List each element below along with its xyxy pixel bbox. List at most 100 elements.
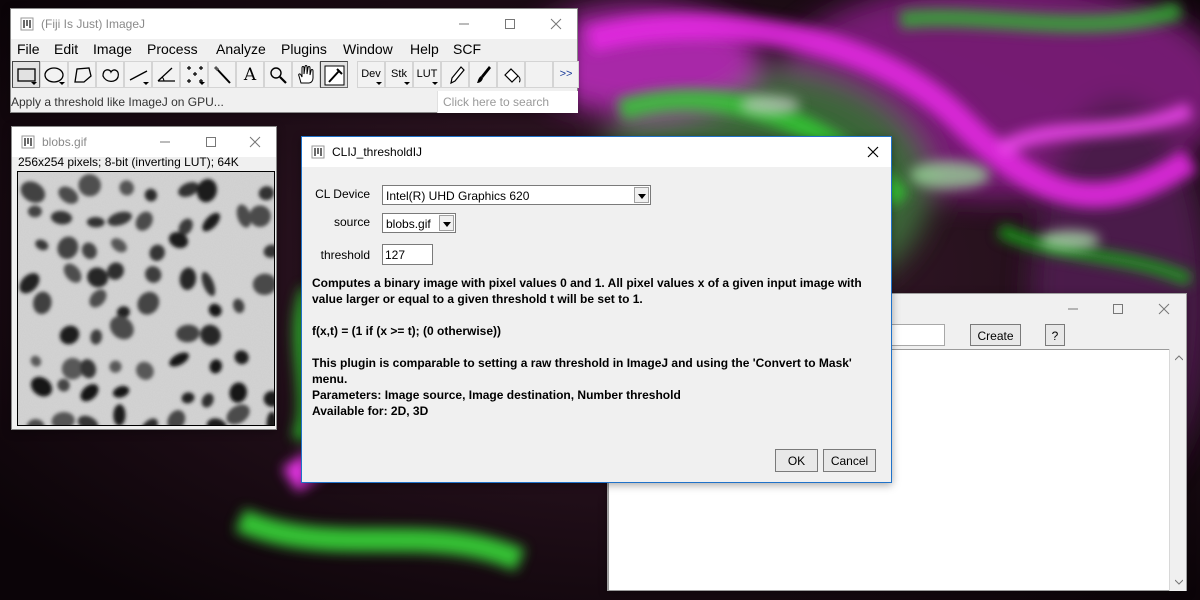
tool-wand[interactable] bbox=[208, 61, 236, 88]
minimize-icon bbox=[160, 141, 170, 143]
dev-menu-icon: Dev bbox=[361, 68, 381, 80]
tool-lut-menu[interactable]: LUT bbox=[413, 61, 441, 88]
cl-device-select[interactable]: Intel(R) UHD Graphics 620 bbox=[382, 185, 651, 205]
tool-more[interactable]: >> bbox=[553, 61, 579, 88]
comparison-note: This plugin is comparable to setting a r… bbox=[312, 356, 852, 386]
blobs-image bbox=[18, 172, 274, 425]
maximize-icon bbox=[1113, 304, 1123, 314]
ok-button[interactable]: OK bbox=[775, 449, 818, 472]
create-button[interactable]: Create bbox=[970, 324, 1021, 346]
status-text: Apply a threshold like ImageJ on GPU... bbox=[11, 95, 224, 109]
threshold-label: threshold bbox=[320, 248, 370, 262]
fiji-app-icon bbox=[311, 145, 325, 159]
menu-process[interactable]: Process bbox=[147, 41, 198, 57]
tool-stk-menu[interactable]: Stk bbox=[385, 61, 413, 88]
chevron-down-icon bbox=[634, 187, 649, 203]
blobs-close-button[interactable] bbox=[232, 127, 278, 157]
menu-scf[interactable]: SCF bbox=[453, 41, 481, 57]
cl-device-value: Intel(R) UHD Graphics 620 bbox=[386, 189, 530, 203]
vertical-scrollbar[interactable] bbox=[1169, 349, 1186, 591]
dialog-titlebar[interactable]: CLIJ_thresholdIJ bbox=[302, 137, 891, 167]
cancel-button[interactable]: Cancel bbox=[823, 449, 876, 472]
stk-menu-icon: Stk bbox=[391, 68, 407, 80]
minimize-icon bbox=[1068, 308, 1078, 310]
chevron-down-icon bbox=[439, 215, 454, 231]
menu-file[interactable]: File bbox=[17, 41, 40, 57]
dialog-close-button[interactable] bbox=[853, 137, 892, 167]
imagej-main-window: (Fiji Is Just) ImageJ File Edit Image Pr… bbox=[10, 8, 579, 113]
imagej-statusbar: Apply a threshold like ImageJ on GPU... bbox=[11, 91, 441, 113]
tool-rectangle[interactable] bbox=[12, 61, 40, 88]
menu-edit[interactable]: Edit bbox=[54, 41, 78, 57]
description-line-2: value larger or equal to a given thresho… bbox=[312, 292, 643, 306]
polygon-select-icon bbox=[74, 67, 92, 83]
imagej-titlebar[interactable]: (Fiji Is Just) ImageJ bbox=[11, 9, 577, 39]
blobs-titlebar[interactable]: blobs.gif bbox=[12, 127, 276, 157]
imagej-close-button[interactable] bbox=[533, 9, 579, 39]
source-select[interactable]: blobs.gif bbox=[382, 213, 456, 233]
lut-menu-icon: LUT bbox=[416, 68, 438, 80]
freehand-select-icon bbox=[102, 69, 119, 83]
scroll-down-icon[interactable] bbox=[1175, 578, 1183, 586]
source-value: blobs.gif bbox=[386, 217, 431, 231]
search-input[interactable] bbox=[438, 91, 578, 113]
tool-empty-slot bbox=[525, 61, 553, 88]
fiji-app-icon bbox=[20, 17, 34, 31]
tool-zoom[interactable] bbox=[264, 61, 292, 88]
menu-analyze[interactable]: Analyze bbox=[216, 41, 266, 57]
angle-tool-icon bbox=[157, 67, 175, 82]
dialog-title: CLIJ_thresholdIJ bbox=[332, 145, 423, 159]
blobs-maximize-button[interactable] bbox=[188, 127, 234, 157]
pencil-icon bbox=[450, 66, 465, 85]
tool-oval[interactable] bbox=[40, 61, 68, 88]
close-icon bbox=[1158, 303, 1170, 315]
menu-plugins[interactable]: Plugins bbox=[281, 41, 327, 57]
tool-dev-menu[interactable]: Dev bbox=[357, 61, 385, 88]
availability-text: Available for: 2D, 3D bbox=[312, 404, 429, 418]
tool-flood-fill[interactable] bbox=[497, 61, 525, 88]
bgwin-maximize-button[interactable] bbox=[1095, 294, 1141, 324]
maximize-icon bbox=[206, 137, 216, 147]
blobs-window-title: blobs.gif bbox=[42, 135, 87, 149]
blob-shape bbox=[27, 205, 42, 218]
clij-threshold-dialog: CLIJ_thresholdIJ CL Device Intel(R) UHD … bbox=[301, 136, 892, 483]
imagej-toolbar: A Dev Stk LUT >> bbox=[11, 60, 579, 88]
tool-multipoint[interactable] bbox=[180, 61, 208, 88]
threshold-input[interactable] bbox=[382, 244, 433, 265]
tool-angle[interactable] bbox=[152, 61, 180, 88]
tool-brush[interactable] bbox=[469, 61, 497, 88]
maximize-icon bbox=[505, 19, 515, 29]
menu-image[interactable]: Image bbox=[93, 41, 132, 57]
imagej-maximize-button[interactable] bbox=[487, 9, 533, 39]
tool-text[interactable]: A bbox=[236, 61, 264, 88]
close-icon bbox=[249, 136, 261, 148]
source-label: source bbox=[333, 215, 370, 229]
close-icon bbox=[550, 18, 562, 30]
scroll-up-icon[interactable] bbox=[1175, 354, 1183, 362]
tool-freehand[interactable] bbox=[96, 61, 124, 88]
menu-help[interactable]: Help bbox=[410, 41, 439, 57]
formula-text: f(x,t) = (1 if (x >= t); (0 otherwise)) bbox=[312, 324, 502, 338]
menu-window[interactable]: Window bbox=[343, 41, 393, 57]
more-tools-icon: >> bbox=[559, 68, 573, 80]
tool-pencil[interactable] bbox=[441, 61, 469, 88]
imagej-window-title: (Fiji Is Just) ImageJ bbox=[41, 17, 146, 31]
tool-hand[interactable] bbox=[292, 61, 320, 88]
blobs-image-canvas[interactable] bbox=[17, 171, 275, 426]
help-button[interactable]: ? bbox=[1045, 324, 1065, 346]
tool-polygon[interactable] bbox=[68, 61, 96, 88]
bgwin-minimize-button[interactable] bbox=[1050, 294, 1096, 324]
tool-line[interactable] bbox=[124, 61, 152, 88]
magnifier-icon bbox=[270, 67, 287, 84]
parameters-text: Parameters: Image source, Image destinat… bbox=[312, 388, 681, 402]
fiji-app-icon bbox=[21, 135, 35, 149]
search-field[interactable] bbox=[437, 91, 578, 113]
bgwin-close-button[interactable] bbox=[1141, 294, 1187, 324]
tool-color-picker[interactable] bbox=[320, 61, 348, 88]
description-line-1: Computes a binary image with pixel value… bbox=[312, 276, 862, 290]
cl-device-label: CL Device bbox=[315, 187, 370, 201]
imagej-minimize-button[interactable] bbox=[441, 9, 487, 39]
blobs-minimize-button[interactable] bbox=[142, 127, 188, 157]
image-info-text: 256x254 pixels; 8-bit (inverting LUT); 6… bbox=[18, 155, 239, 169]
brush-icon bbox=[477, 66, 491, 83]
